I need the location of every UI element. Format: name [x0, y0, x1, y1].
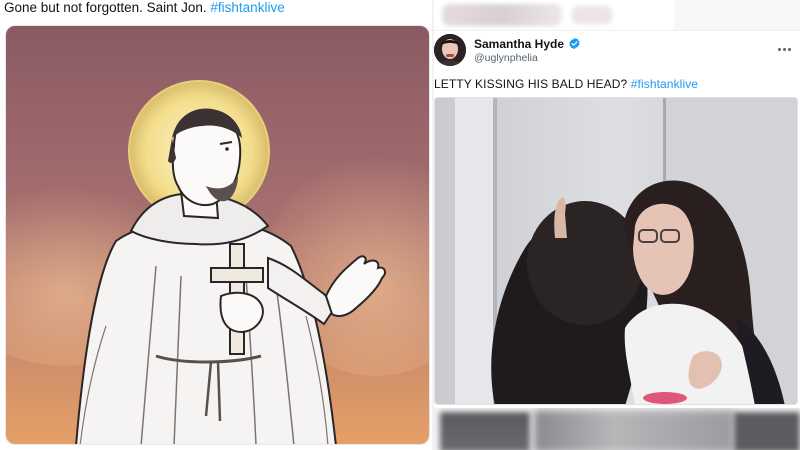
- avatar-image: [434, 34, 466, 66]
- previous-tweet-media-blurred: [434, 0, 800, 30]
- verified-badge-icon: [569, 37, 580, 50]
- tweet-text-body: LETTY KISSING HIS BALD HEAD?: [434, 77, 628, 91]
- tweet-text-body: Gone but not forgotten. Saint Jon.: [4, 0, 207, 15]
- avatar[interactable]: [434, 34, 466, 66]
- right-tweet: Samantha Hyde @uglynphelia LETTY KISSING…: [434, 0, 800, 450]
- separator: [434, 30, 800, 31]
- tweet-video-still[interactable]: [434, 97, 798, 405]
- saint-illustration: [6, 26, 429, 444]
- user-handle[interactable]: @uglynphelia: [474, 52, 538, 64]
- hashtag-link[interactable]: #fishtanklive: [631, 77, 698, 91]
- tweet-text: LETTY KISSING HIS BALD HEAD? #fishtankli…: [434, 77, 698, 91]
- display-name[interactable]: Samantha Hyde: [474, 37, 564, 51]
- more-options-icon[interactable]: [778, 38, 794, 51]
- left-tweet: Gone but not forgotten. Saint Jon. #fish…: [0, 0, 432, 450]
- next-tweet-media-blurred: [434, 408, 800, 450]
- hashtag-link[interactable]: #fishtanklive: [210, 0, 284, 15]
- video-still-image: [435, 98, 797, 404]
- tweet-text: Gone but not forgotten. Saint Jon. #fish…: [4, 0, 285, 16]
- tweet-image-saint[interactable]: [5, 25, 430, 445]
